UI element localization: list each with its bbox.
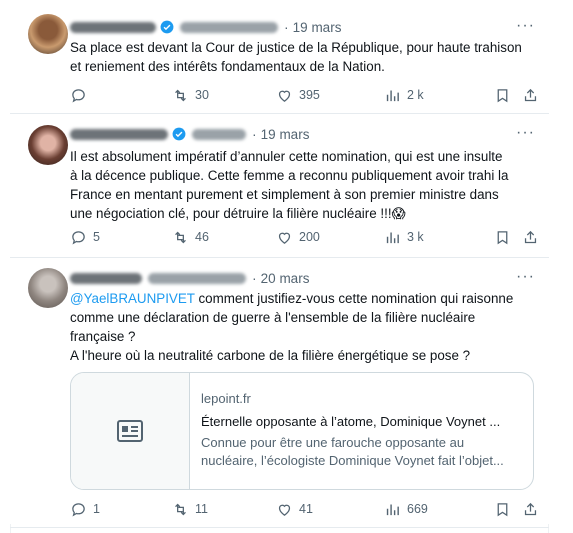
mention-link[interactable]: @YaelBRAUNPIVET — [70, 291, 195, 306]
tweet-body: Il est absolument impératif d’annuler ce… — [70, 149, 509, 221]
reply-icon — [72, 502, 85, 517]
link-card[interactable]: lepoint.fr Éternelle opposante à l’atome… — [70, 372, 534, 490]
views-count: 3 k — [407, 230, 424, 244]
reply-icon — [72, 88, 85, 103]
reply-count: 5 — [93, 230, 100, 244]
tweet-header: · 19 mars — [70, 124, 309, 144]
date-separator: · — [252, 126, 257, 142]
avatar[interactable] — [28, 14, 68, 54]
like-icon — [278, 90, 291, 102]
card-description: Connue pour être une farouche opposante … — [201, 435, 504, 468]
date-separator: · — [252, 270, 257, 286]
card-title: Éternelle opposante à l’atome, Dominique… — [201, 414, 501, 429]
like-icon — [278, 504, 291, 516]
author-name[interactable] — [70, 128, 168, 140]
reply-button[interactable] — [70, 84, 93, 106]
reply-button[interactable]: 1 — [70, 498, 100, 520]
views-count: 669 — [407, 502, 428, 516]
views-icon — [386, 504, 399, 515]
more-icon[interactable]: ··· — [516, 17, 535, 35]
more-icon[interactable]: ··· — [516, 124, 535, 142]
bookmark-button[interactable] — [494, 498, 511, 520]
tweet-text: @YaelBRAUNPIVET comment justifiez-vous c… — [70, 289, 540, 365]
card-domain: lepoint.fr — [201, 391, 251, 406]
bookmark-icon — [497, 88, 508, 102]
like-button[interactable]: 41 — [276, 498, 313, 520]
views-button[interactable]: 669 — [384, 498, 428, 520]
author-handle[interactable] — [180, 21, 278, 33]
views-button[interactable]: 2 k — [384, 84, 424, 106]
share-button[interactable] — [522, 84, 539, 106]
tweet-text: Sa place est devant la Cour de justice d… — [70, 40, 522, 74]
views-icon — [386, 232, 399, 243]
tweet-actions: 5 46 200 3 k — [70, 226, 538, 248]
retweet-icon — [175, 503, 186, 515]
share-icon — [524, 88, 537, 101]
tweet-header: · 20 mars — [70, 268, 309, 288]
article-icon — [117, 420, 143, 442]
verified-badge-icon — [172, 127, 186, 141]
reply-button[interactable]: 5 — [70, 226, 100, 248]
tweet-date[interactable]: 19 mars — [261, 127, 310, 142]
retweet-button[interactable]: 46 — [172, 226, 209, 248]
tweet[interactable]: · 19 mars ··· Il est absolument impérati… — [10, 114, 549, 257]
like-button[interactable]: 395 — [276, 84, 320, 106]
author-name[interactable] — [70, 21, 156, 33]
retweet-count: 46 — [195, 230, 209, 244]
date-separator: · — [284, 19, 289, 35]
retweet-button[interactable]: 30 — [172, 84, 209, 106]
views-icon — [386, 90, 399, 101]
bookmark-button[interactable] — [494, 84, 511, 106]
divider — [10, 527, 549, 528]
views-button[interactable]: 3 k — [384, 226, 424, 248]
tweet-date[interactable]: 20 mars — [261, 271, 310, 286]
retweet-count: 11 — [195, 502, 208, 516]
share-button[interactable] — [522, 498, 539, 520]
like-count: 41 — [299, 502, 313, 516]
author-handle[interactable] — [148, 272, 246, 284]
bookmark-icon — [497, 230, 508, 244]
reply-icon — [72, 230, 85, 245]
retweet-icon — [175, 89, 186, 101]
like-count: 395 — [299, 88, 320, 102]
tweet-actions: 30 395 2 k — [70, 84, 538, 106]
card-thumbnail — [71, 373, 190, 489]
share-icon — [524, 230, 537, 243]
verified-badge-icon — [160, 20, 174, 34]
tweet-header: · 19 mars — [70, 17, 341, 37]
views-count: 2 k — [407, 88, 424, 102]
retweet-count: 30 — [195, 88, 209, 102]
retweet-icon — [175, 231, 186, 243]
tweet-text: Il est absolument impératif d’annuler ce… — [70, 147, 540, 223]
tweet[interactable]: · 20 mars ··· @YaelBRAUNPIVET comment ju… — [10, 258, 549, 524]
author-name[interactable] — [70, 272, 142, 284]
author-handle[interactable] — [192, 128, 246, 140]
more-icon[interactable]: ··· — [516, 268, 535, 286]
bookmark-icon — [497, 502, 508, 516]
tweet-actions: 1 11 41 669 — [70, 498, 538, 520]
scream-emoji: 😱 — [391, 206, 406, 221]
tweet-date[interactable]: 19 mars — [293, 20, 342, 35]
like-count: 200 — [299, 230, 320, 244]
share-icon — [524, 502, 537, 515]
avatar[interactable] — [28, 125, 68, 165]
like-icon — [278, 232, 291, 244]
like-button[interactable]: 200 — [276, 226, 320, 248]
share-button[interactable] — [522, 226, 539, 248]
avatar[interactable] — [28, 268, 68, 308]
reply-count: 1 — [93, 502, 100, 516]
bookmark-button[interactable] — [494, 226, 511, 248]
retweet-button[interactable]: 11 — [172, 498, 208, 520]
tweet[interactable]: · 19 mars ··· Sa place est devant la Cou… — [10, 0, 549, 113]
